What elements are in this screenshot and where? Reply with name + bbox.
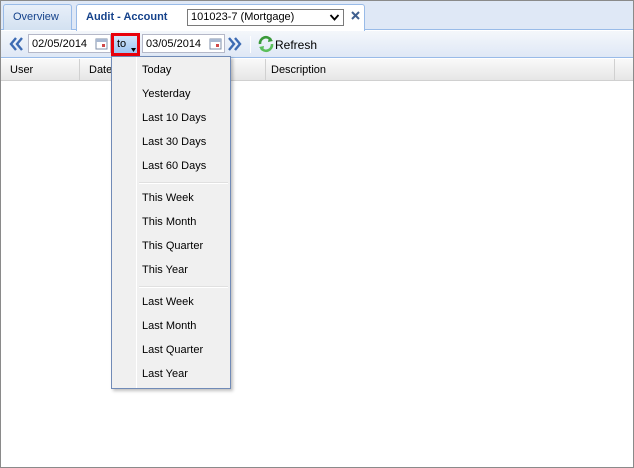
menu-item-this-month[interactable]: This Month <box>114 211 228 233</box>
chevron-down-icon[interactable] <box>328 11 341 24</box>
menu-item-today[interactable]: Today <box>114 59 228 81</box>
double-chevron-right-icon[interactable] <box>226 36 243 52</box>
menu-item-this-year[interactable]: This Year <box>114 259 228 281</box>
tab-overview[interactable]: Overview <box>3 4 72 30</box>
to-date-value: 03/05/2014 <box>146 38 202 50</box>
menu-item-last-10-days[interactable]: Last 10 Days <box>114 107 228 129</box>
from-date-field[interactable]: 02/05/2014 <box>28 34 111 53</box>
tab-strip: Overview Audit - Account 101023-7 (Mortg… <box>1 1 633 31</box>
column-header-label: Date <box>89 64 113 76</box>
menu-item-label: This Quarter <box>142 240 204 252</box>
toolbar-separator <box>250 36 251 53</box>
menu-item-label: Today <box>142 64 172 76</box>
menu-item-label: Last 30 Days <box>142 136 207 148</box>
menu-item-label: This Year <box>142 264 188 276</box>
menu-item-yesterday[interactable]: Yesterday <box>114 83 228 105</box>
to-date-field[interactable]: 03/05/2014 <box>142 34 225 53</box>
menu-item-last-quarter[interactable]: Last Quarter <box>114 339 228 361</box>
calendar-icon[interactable] <box>208 36 223 51</box>
menu-item-label: This Week <box>142 192 194 204</box>
menu-item-label: Last Week <box>142 296 194 308</box>
menu-item-last-60-days[interactable]: Last 60 Days <box>114 155 228 177</box>
menu-item-label: Last 60 Days <box>142 160 207 172</box>
account-select-value: 101023-7 (Mortgage) <box>191 11 295 23</box>
date-range-menu: Today Yesterday Last 10 Days Last 30 Day… <box>111 56 231 389</box>
to-label: to <box>117 38 127 50</box>
menu-item-this-week[interactable]: This Week <box>114 187 228 209</box>
column-header-label: Description <box>271 64 327 76</box>
column-header-label: User <box>10 64 34 76</box>
refresh-button[interactable]: Refresh <box>275 38 317 52</box>
chevron-down-icon <box>131 43 136 52</box>
menu-item-last-week[interactable]: Last Week <box>114 291 228 313</box>
menu-item-last-30-days[interactable]: Last 30 Days <box>114 131 228 153</box>
account-select[interactable]: 101023-7 (Mortgage) <box>187 9 344 26</box>
refresh-icon[interactable] <box>257 35 275 53</box>
date-toolbar: 02/05/2014 to 03/05/2014 Refresh <box>1 31 633 58</box>
menu-item-label: Last 10 Days <box>142 112 207 124</box>
tab-audit-account[interactable]: Audit - Account 101023-7 (Mortgage) <box>76 4 365 31</box>
date-range-menu-button[interactable]: to <box>111 33 140 56</box>
tab-overview-label: Overview <box>13 11 59 23</box>
double-chevron-left-icon[interactable] <box>8 36 25 52</box>
menu-item-label: Last Month <box>142 320 197 332</box>
calendar-icon[interactable] <box>94 36 109 51</box>
grid-body <box>1 82 633 467</box>
menu-separator <box>139 182 228 184</box>
column-header-description[interactable]: Description <box>266 59 615 81</box>
app-window: Overview Audit - Account 101023-7 (Mortg… <box>0 0 634 468</box>
menu-item-label: This Month <box>142 216 197 228</box>
menu-item-this-quarter[interactable]: This Quarter <box>114 235 228 257</box>
tab-audit-label: Audit - Account <box>86 11 168 23</box>
menu-item-last-month[interactable]: Last Month <box>114 315 228 337</box>
menu-item-label: Yesterday <box>142 88 191 100</box>
menu-item-last-year[interactable]: Last Year <box>114 363 228 385</box>
from-date-value: 02/05/2014 <box>32 38 88 50</box>
column-header-scroll-spacer <box>615 59 633 81</box>
column-header-user[interactable]: User <box>1 59 80 81</box>
menu-separator <box>139 286 228 288</box>
close-icon[interactable] <box>350 10 361 21</box>
menu-item-label: Last Quarter <box>142 344 204 356</box>
grid-header: User Date Description <box>1 59 633 81</box>
menu-item-label: Last Year <box>142 368 188 380</box>
